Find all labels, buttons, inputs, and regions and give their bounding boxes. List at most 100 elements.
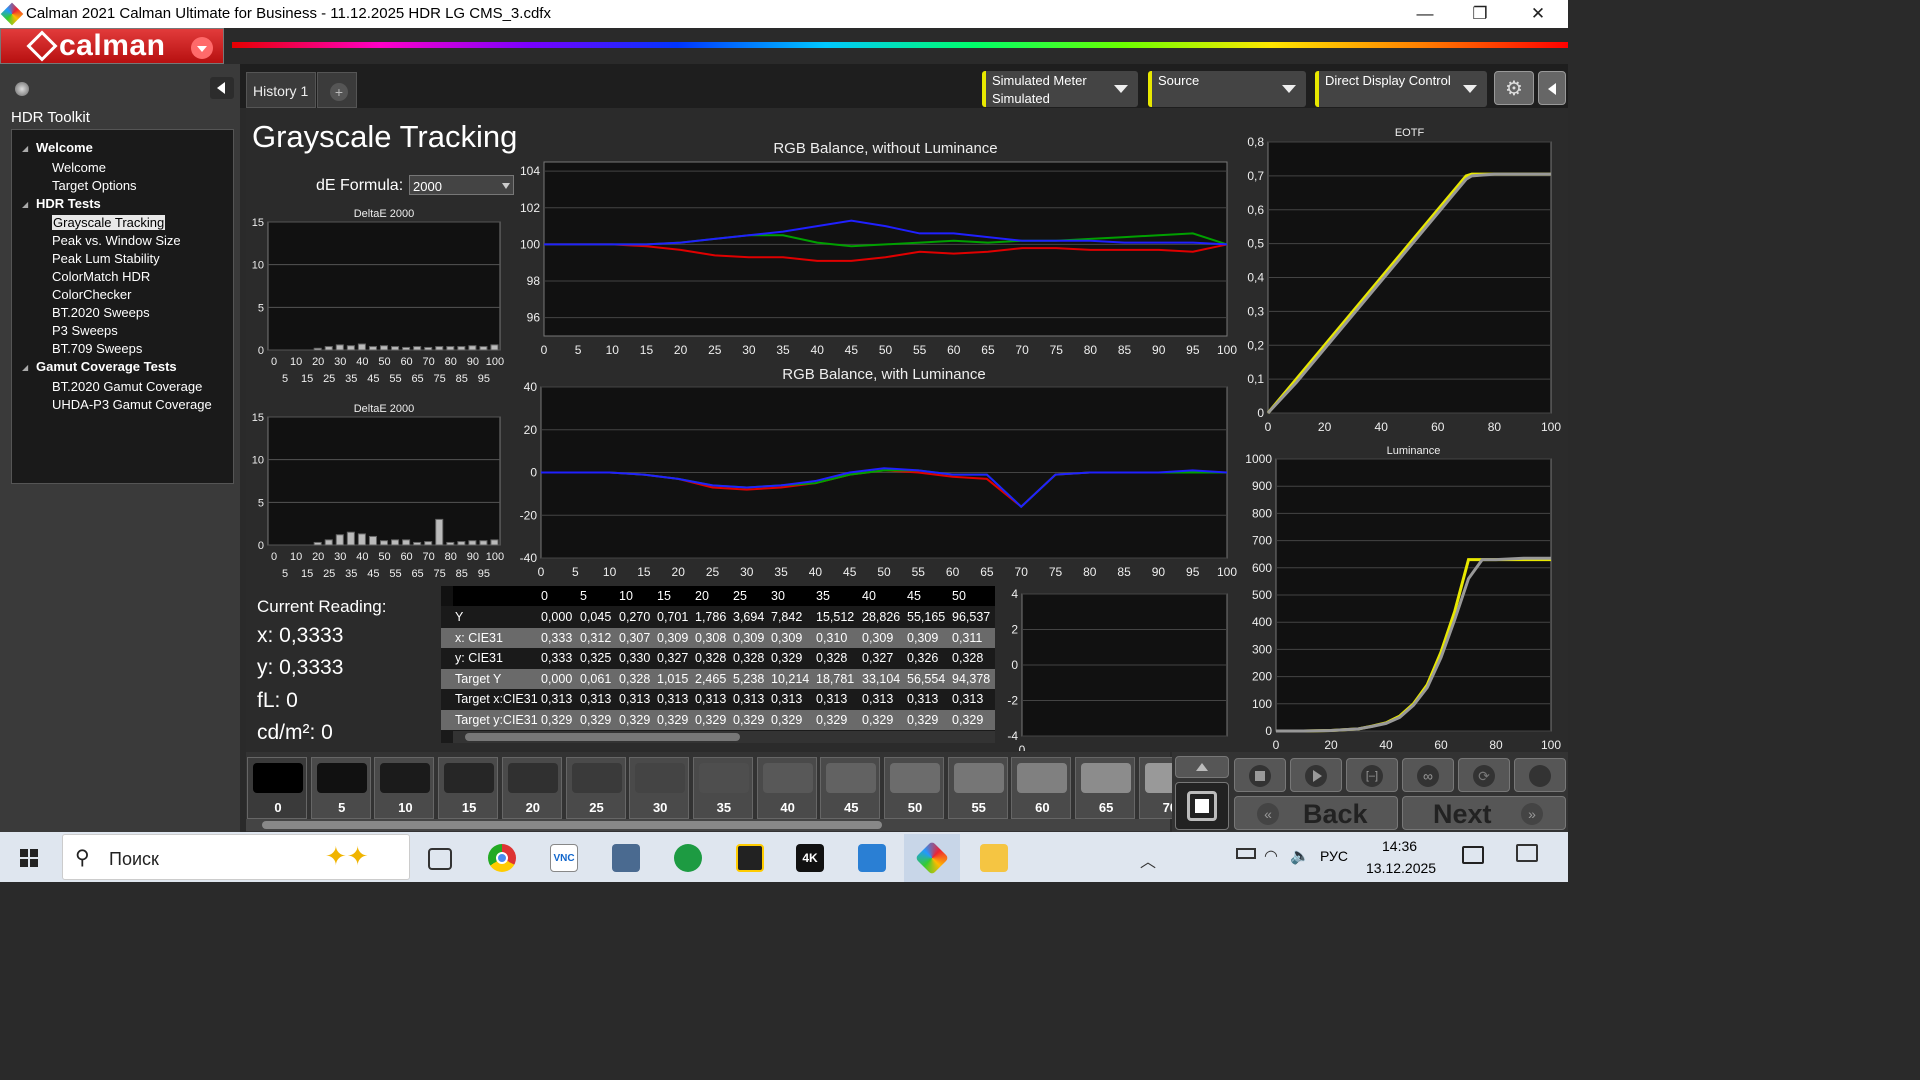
tree-item-p3-sweeps[interactable]: P3 Sweeps — [52, 323, 118, 338]
next-button[interactable]: Next » — [1402, 796, 1566, 830]
swatch-patch[interactable]: 50 — [884, 757, 944, 819]
scrollbar-thumb[interactable] — [465, 733, 740, 741]
swatch-patch[interactable]: 25 — [565, 757, 626, 819]
swatch-patch[interactable]: 15 — [438, 757, 499, 819]
read-series-button[interactable]: [–] — [1346, 758, 1398, 792]
sidebar-collapse-button[interactable] — [210, 77, 234, 99]
table-cell: 0,329 — [580, 712, 612, 727]
record-button[interactable] — [1514, 758, 1566, 792]
source-dropdown[interactable]: Source — [1148, 71, 1306, 107]
tree-item-colormatch-hdr[interactable]: ColorMatch HDR — [52, 269, 150, 284]
page-title: Grayscale Tracking — [252, 119, 518, 154]
collapse-arrow-icon[interactable]: ◢ — [22, 363, 28, 372]
swatch-hscrollbar[interactable] — [246, 819, 1170, 831]
swatch-patch[interactable]: 0 — [247, 757, 307, 819]
display-mode-icon[interactable] — [1462, 846, 1484, 864]
stop-button[interactable] — [1234, 758, 1286, 792]
refresh-button[interactable]: ⟳ — [1458, 758, 1510, 792]
collapse-arrow-icon[interactable]: ◢ — [22, 144, 28, 153]
task-view-icon[interactable] — [428, 848, 452, 870]
swatch-patch[interactable]: 5 — [310, 757, 371, 819]
notifications-icon[interactable] — [1516, 844, 1538, 862]
back-button[interactable]: « Back — [1234, 796, 1398, 830]
tree-group-gamut-coverage[interactable]: Gamut Coverage Tests — [36, 359, 177, 374]
clock-date[interactable]: 13.12.2025 — [1366, 860, 1436, 876]
panel-toggle-button[interactable] — [1538, 71, 1566, 105]
close-button[interactable]: ✕ — [1518, 2, 1558, 26]
table-cell: 0,329 — [733, 712, 765, 727]
taskbar-search-box[interactable]: ⚲ Поиск ✦✦ — [62, 834, 410, 880]
clock-time[interactable]: 14:36 — [1382, 838, 1417, 854]
battery-icon[interactable] — [1236, 848, 1256, 859]
table-cell: 0,309 — [862, 630, 894, 645]
swatch-patch[interactable]: 30 — [629, 757, 690, 819]
x-tick-label: 75 — [1049, 565, 1063, 579]
x-tick-label: 90 — [1152, 565, 1166, 579]
app-icon-blue[interactable] — [858, 844, 886, 872]
language-indicator[interactable]: РУС — [1320, 848, 1348, 864]
calculator-icon[interactable] — [612, 844, 640, 872]
up-button[interactable] — [1175, 756, 1229, 778]
calman-logo-button[interactable]: calman — [0, 28, 224, 64]
speaker-icon[interactable]: 🔈 — [1290, 846, 1310, 866]
continuous-button[interactable]: ∞ — [1402, 758, 1454, 792]
x-tick-label: 90 — [1152, 343, 1166, 357]
swatch-patch[interactable]: 65 — [1075, 757, 1136, 819]
restore-button[interactable]: ❐ — [1460, 2, 1500, 26]
swatch-patch[interactable]: 35 — [692, 757, 753, 819]
y-tick-label: 0,3 — [1247, 304, 1264, 318]
file-explorer-icon[interactable] — [980, 844, 1008, 872]
meter-dropdown[interactable]: Simulated Meter Simulated — [982, 71, 1138, 107]
swatch-patch[interactable]: 60 — [1011, 757, 1072, 819]
tree-item-target-options[interactable]: Target Options — [52, 178, 137, 193]
collapse-arrow-icon[interactable]: ◢ — [22, 200, 28, 209]
whatsapp-icon[interactable] — [674, 844, 702, 872]
x-tick-label: 45 — [367, 568, 379, 580]
vnc-icon[interactable]: VNC — [550, 844, 578, 872]
table-header-cell: 40 — [862, 589, 876, 603]
stop-read-button[interactable] — [1175, 782, 1229, 830]
scrollbar-thumb[interactable] — [262, 821, 882, 829]
table-row-label: y: CIE31 — [455, 651, 503, 665]
tree-item-grayscale-tracking[interactable]: Grayscale Tracking — [52, 215, 166, 230]
meter-label: Simulated Meter — [992, 73, 1087, 88]
swatch-patch[interactable]: 20 — [501, 757, 562, 819]
x-tick-label: 60 — [1434, 738, 1448, 752]
swatch-label: 10 — [398, 800, 413, 815]
tray-chevron-icon[interactable]: ︿ — [1140, 848, 1156, 872]
table-row: Target x:CIE31 0,313 0,313 0,313 0,313 0,313 0… — [441, 689, 995, 709]
tree-item-colorchecker[interactable]: ColorChecker — [52, 287, 131, 302]
tree-item-peak-lum-stability[interactable]: Peak Lum Stability — [52, 251, 160, 266]
chrome-icon[interactable] — [488, 844, 516, 872]
swatch-patch[interactable]: 10 — [374, 757, 435, 819]
add-tab-button[interactable]: + — [317, 72, 357, 108]
table-cell: 10,214 — [771, 671, 810, 686]
table-cell: 0,327 — [862, 651, 894, 665]
tree-group-hdr-tests[interactable]: HDR Tests — [36, 196, 101, 211]
play-button[interactable] — [1290, 758, 1342, 792]
tree-item-bt2020-sweeps[interactable]: BT.2020 Sweeps — [52, 305, 150, 320]
delta-bar — [335, 344, 344, 351]
tree-item-bt709-sweeps[interactable]: BT.709 Sweeps — [52, 341, 142, 356]
tab-history-1[interactable]: History 1 — [246, 72, 316, 108]
tree-item-uhda-p3-gamut[interactable]: UHDA-P3 Gamut Coverage — [52, 397, 212, 412]
exit-app-icon[interactable] — [736, 844, 764, 872]
tree-item-bt2020-gamut[interactable]: BT.2020 Gamut Coverage — [52, 379, 202, 394]
app-icon — [0, 2, 24, 26]
swatch-patch[interactable]: 45 — [820, 757, 881, 819]
swatch-patch[interactable]: 55 — [947, 757, 1008, 819]
table-cell: 0,333 — [541, 630, 573, 645]
tree-group-welcome[interactable]: Welcome — [36, 140, 93, 155]
tree-item-peak-vs-window[interactable]: Peak vs. Window Size — [52, 233, 181, 248]
tree-item-welcome[interactable]: Welcome — [52, 160, 106, 175]
wifi-icon[interactable]: ◠ — [1264, 846, 1278, 866]
table-hscrollbar[interactable] — [453, 731, 995, 743]
minimize-button[interactable]: — — [1405, 2, 1445, 26]
settings-button[interactable]: ⚙ — [1494, 71, 1534, 105]
swatch-patch[interactable]: 40 — [756, 757, 817, 819]
de-formula-select[interactable]: 2000 — [409, 175, 514, 195]
x-tick-label: 45 — [367, 373, 379, 385]
swatch-color — [380, 763, 431, 793]
4k-app-icon[interactable]: 4K — [796, 844, 824, 872]
display-control-dropdown[interactable]: Direct Display Control — [1315, 71, 1487, 107]
